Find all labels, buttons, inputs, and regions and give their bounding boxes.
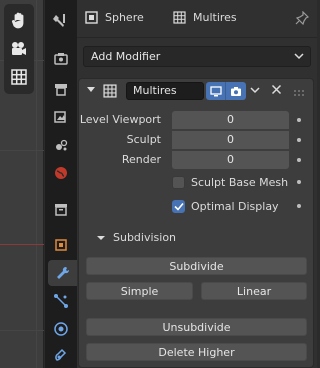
- object-properties-icon[interactable]: [48, 232, 74, 258]
- particles-icon[interactable]: [48, 288, 74, 314]
- linear-button[interactable]: Linear: [201, 282, 307, 300]
- simple-button[interactable]: Simple: [86, 282, 193, 300]
- pin-icon[interactable]: [295, 10, 310, 28]
- show-in-viewport-icon[interactable]: [206, 82, 226, 100]
- multires-modifier-panel: Multires Level Viewport 0 Sculpt 0 Rende…: [78, 78, 314, 368]
- subdivision-subpanel-header[interactable]: Subdivision: [97, 231, 176, 244]
- modifier-crumb-label: Multires: [193, 11, 237, 24]
- grid-line: [0, 330, 44, 331]
- drag-handle-icon[interactable]: [293, 87, 307, 100]
- sculpt-level-row: Sculpt 0: [79, 131, 313, 149]
- scene-properties-icon[interactable]: [48, 132, 74, 158]
- sculpt-level-field[interactable]: 0: [172, 131, 289, 149]
- multires-grid-icon: [103, 84, 117, 101]
- optimal-display-label: Optimal Display: [191, 199, 279, 213]
- viewport-3d[interactable]: [0, 0, 44, 368]
- add-modifier-dropdown[interactable]: Add Modifier: [83, 46, 311, 67]
- world-properties-icon[interactable]: [48, 160, 74, 186]
- collection-properties-icon[interactable]: [48, 196, 74, 222]
- keyframe-dot-icon[interactable]: [297, 204, 301, 208]
- level-viewport-row: Level Viewport 0: [79, 111, 313, 129]
- level-viewport-field[interactable]: 0: [172, 111, 289, 129]
- physics-icon[interactable]: [48, 316, 74, 342]
- modifier-menu-chevron-icon[interactable]: [250, 85, 260, 98]
- properties-tabs: [45, 0, 77, 368]
- keyframe-dot-icon[interactable]: [297, 138, 301, 142]
- object-name: Sphere: [105, 11, 144, 24]
- delete-higher-button[interactable]: Delete Higher: [86, 343, 307, 361]
- sculpt-level-label: Sculpt: [126, 133, 161, 146]
- pan-hand-icon[interactable]: [4, 7, 34, 35]
- modifier-name-field[interactable]: Multires: [126, 82, 204, 100]
- properties-panel: Sphere Multires Add Modifier Multires Le…: [77, 0, 317, 368]
- render-level-field[interactable]: 0: [172, 151, 289, 169]
- render-level-row: Render 0: [79, 151, 313, 169]
- tool-settings-icon[interactable]: [48, 8, 74, 34]
- unsubdivide-button[interactable]: Unsubdivide: [86, 318, 307, 336]
- add-modifier-label: Add Modifier: [91, 50, 161, 63]
- x-axis-line: [0, 244, 44, 245]
- optimal-display-toggle[interactable]: Optimal Display: [172, 198, 279, 214]
- panel-header: Sphere Multires: [77, 0, 317, 38]
- keyframe-dot-icon[interactable]: [297, 118, 301, 122]
- keyframe-dot-icon[interactable]: [297, 158, 301, 162]
- render-properties-icon[interactable]: [48, 46, 74, 72]
- modifier-header: Multires: [79, 79, 313, 103]
- display-toggles: [206, 82, 246, 100]
- optimal-display-checkbox[interactable]: [172, 199, 185, 213]
- camera-icon[interactable]: [4, 35, 34, 63]
- modifier-properties-wrench-icon[interactable]: [48, 260, 77, 286]
- sculpt-base-mesh-checkbox[interactable]: [172, 175, 185, 189]
- viewport-toolbar: [4, 4, 34, 94]
- breadcrumb-modifier[interactable]: Multires: [173, 11, 237, 24]
- close-icon[interactable]: [271, 84, 282, 98]
- level-viewport-label: Level Viewport: [79, 113, 161, 126]
- view-layer-icon[interactable]: [48, 104, 74, 130]
- constraints-icon[interactable]: [48, 342, 74, 368]
- checkmark-icon: [173, 202, 184, 211]
- grid-view-icon[interactable]: [4, 63, 34, 91]
- output-properties-icon[interactable]: [48, 76, 74, 102]
- show-in-render-camera-icon[interactable]: [226, 82, 246, 100]
- collapse-arrow-icon: [97, 235, 105, 240]
- subdivide-button[interactable]: Subdivide: [86, 257, 307, 275]
- sculpt-base-mesh-toggle[interactable]: Sculpt Base Mesh: [172, 174, 288, 190]
- sculpt-base-mesh-label: Sculpt Base Mesh: [191, 175, 289, 189]
- chevron-down-icon: [294, 50, 304, 65]
- grid-line: [36, 0, 37, 368]
- render-level-label: Render: [121, 153, 161, 166]
- collapse-arrow-icon[interactable]: [86, 84, 96, 99]
- breadcrumb-object[interactable]: Sphere: [85, 11, 144, 24]
- grid-line: [0, 150, 44, 151]
- object-icon: [85, 11, 98, 24]
- keyframe-dot-icon[interactable]: [297, 180, 301, 184]
- subdivision-title: Subdivision: [113, 231, 177, 244]
- multires-grid-icon: [173, 11, 186, 24]
